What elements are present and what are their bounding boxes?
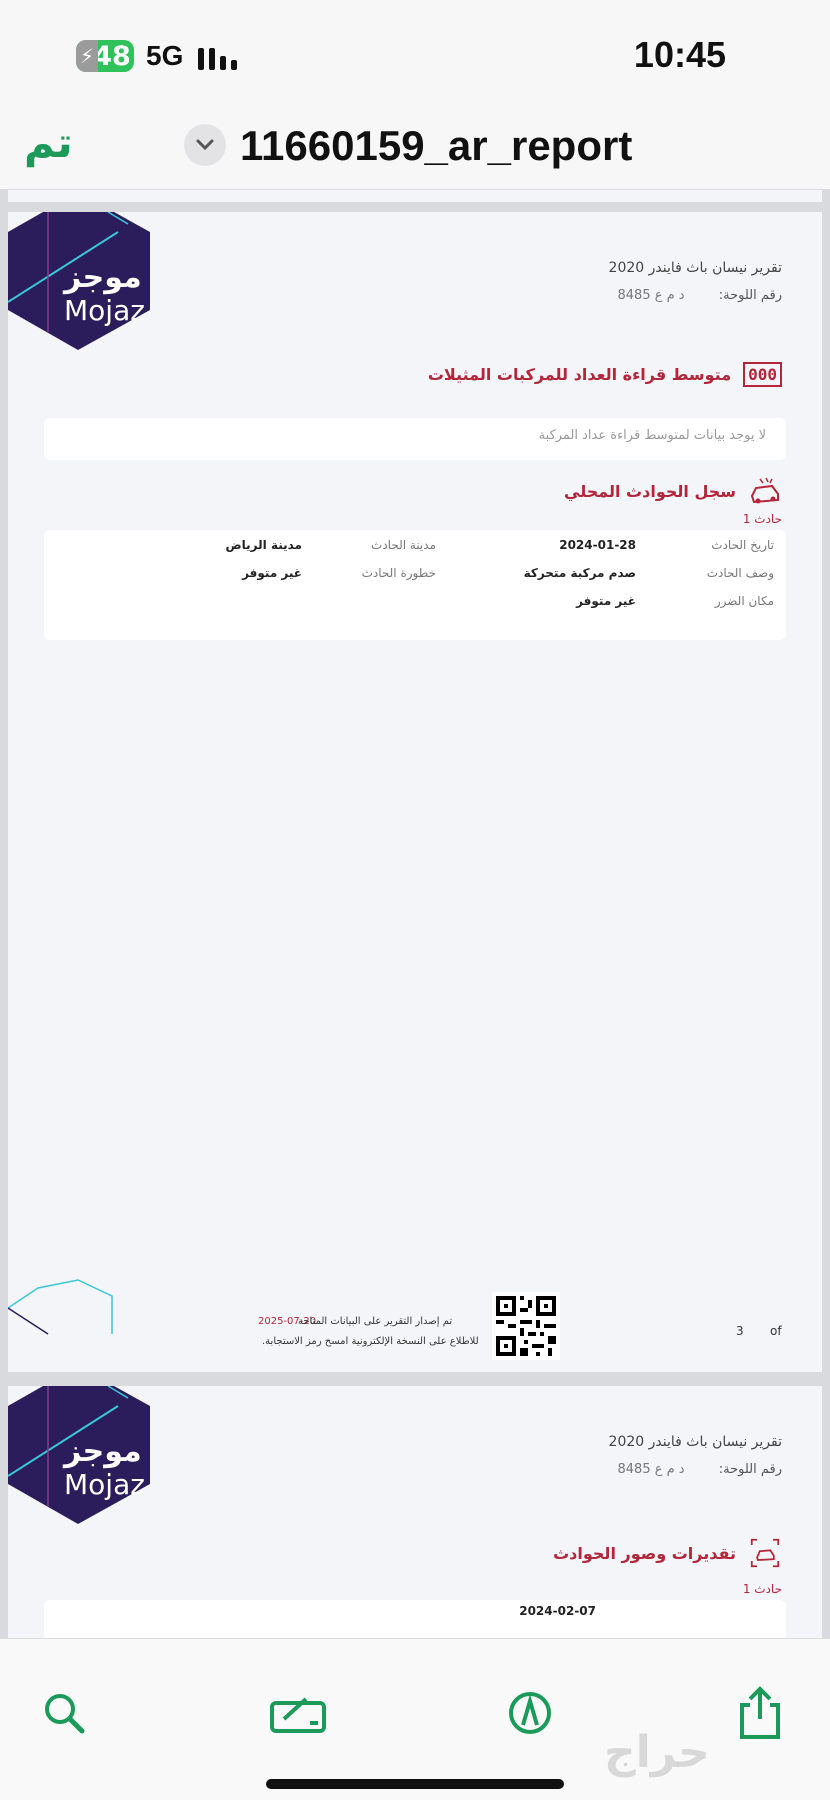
scan-instruction: للاطلاع على النسخة الإلكترونية امسح رمز … [262, 1336, 479, 1347]
accident-date-value: 2024-01-28 [559, 538, 636, 552]
accident-desc-value: صدم مركبة متحركة [523, 566, 636, 580]
share-icon [740, 1686, 780, 1739]
qr-code [492, 1292, 560, 1360]
done-button[interactable]: تم [24, 118, 73, 167]
network-type: 5G [146, 40, 184, 71]
accident-date-label: تاريخ الحادث [711, 538, 774, 552]
plate-row: رقم اللوحة: د م ع 8485 [618, 1462, 783, 1477]
accident-severity-value: غير متوفر [242, 566, 302, 580]
accident-damage-value: غير متوفر [576, 594, 636, 608]
annotate-button[interactable] [500, 1683, 560, 1743]
car-photo-icon [750, 1538, 780, 1568]
chevron-down-icon [196, 139, 214, 151]
signal-strength-icon [198, 44, 237, 70]
battery-level: 48 [93, 40, 131, 72]
search-button[interactable] [34, 1683, 94, 1743]
pdf-viewer[interactable]: موجز Mojaz تقرير نيسان باث فايندر 2020 ر… [0, 190, 830, 1638]
vehicle-title: تقرير نيسان باث فايندر 2020 [608, 1434, 782, 1450]
footer-hex-decoration [8, 1279, 113, 1335]
status-bar: ⚡ 48 5G 10:45 [0, 0, 830, 110]
plate-value: د م ع 8485 [617, 288, 685, 303]
accident-city-label: مدينة الحادث [371, 538, 436, 552]
accident-label: حادث 1 [742, 1582, 782, 1596]
battery-indicator: ⚡ 48 [76, 40, 134, 72]
charging-bolt-icon: ⚡ [76, 40, 98, 72]
estimates-section-title: تقديرات وصور الحوادث [553, 1538, 782, 1568]
bottom-toolbar: حراج [0, 1638, 830, 1800]
logo-text-arabic: موجز [64, 1434, 142, 1469]
car-crash-icon [750, 477, 779, 504]
plate-label: رقم اللوحة: [718, 1462, 782, 1477]
vehicle-title: تقرير نيسان باث فايندر 2020 [608, 260, 782, 276]
markup-button[interactable] [266, 1683, 332, 1743]
odometer-title-text: متوسط قراءة العداد للمركبات المثيلات [427, 365, 732, 384]
share-button[interactable] [730, 1683, 790, 1743]
logo-text-english: Mojaz [64, 294, 145, 327]
odometer-section-title: 000 متوسط قراءة العداد للمركبات المثيلات [428, 362, 782, 387]
accident-severity-label: خطورة الحادث [361, 566, 436, 580]
status-time: 10:45 [633, 34, 726, 75]
accident-date-partial: 2024-02-07 [519, 1604, 596, 1618]
accident-damage-label: مكان الضرر [714, 594, 774, 608]
logo-text-english: Mojaz [64, 1468, 145, 1501]
estimates-title-text: تقديرات وصور الحوادث [553, 1543, 736, 1563]
accident-label: حادث 1 [742, 512, 782, 526]
haraj-watermark: حراج [604, 1727, 710, 1778]
markup-icon [270, 1697, 326, 1733]
page-number: 3 [736, 1324, 744, 1338]
title-menu-button[interactable] [184, 124, 226, 166]
pen-icon [509, 1692, 551, 1734]
mojaz-logo: موجز Mojaz [8, 1386, 158, 1536]
accident-city-value: مدينة الرياض [225, 538, 302, 552]
logo-text-arabic: موجز [64, 260, 142, 295]
issued-text: تم إصدار التقرير على البيانات المتاحة [298, 1316, 453, 1327]
navigation-bar: تم 11660159_ar_report [0, 110, 830, 190]
document-title: 11660159_ar_report [240, 122, 633, 169]
accident-estimate-details: 2024-02-07 [44, 1600, 786, 1638]
accidents-title-text: سجل الحوادث المحلي [564, 481, 736, 501]
plate-value: د م ع 8485 [617, 1462, 685, 1477]
accidents-section-title: سجل الحوادث المحلي [564, 476, 782, 506]
search-icon [45, 1694, 85, 1734]
report-page-4: موجز Mojaz تقرير نيسان باث فايندر 2020 ر… [8, 1386, 822, 1638]
mojaz-logo: موجز Mojaz [8, 212, 158, 362]
previous-page-edge [8, 190, 822, 202]
report-page-3: موجز Mojaz تقرير نيسان باث فايندر 2020 ر… [8, 212, 822, 1372]
plate-row: رقم اللوحة: د م ع 8485 [618, 288, 783, 303]
odometer-no-data: لا يوجد بيانات لمتوسط قراءة عداد المركبة [44, 418, 786, 460]
odometer-icon: 000 [743, 362, 782, 387]
page-of-label: of [770, 1324, 782, 1338]
accident-details: تاريخ الحادث 2024-01-28 مدينة الحادث مدي… [44, 530, 786, 640]
accident-desc-label: وصف الحادث [706, 566, 774, 580]
plate-label: رقم اللوحة: [718, 288, 782, 303]
home-indicator[interactable] [266, 1779, 564, 1789]
page-footer: 2025-07-20 تم إصدار التقرير على البيانات… [8, 1279, 822, 1372]
